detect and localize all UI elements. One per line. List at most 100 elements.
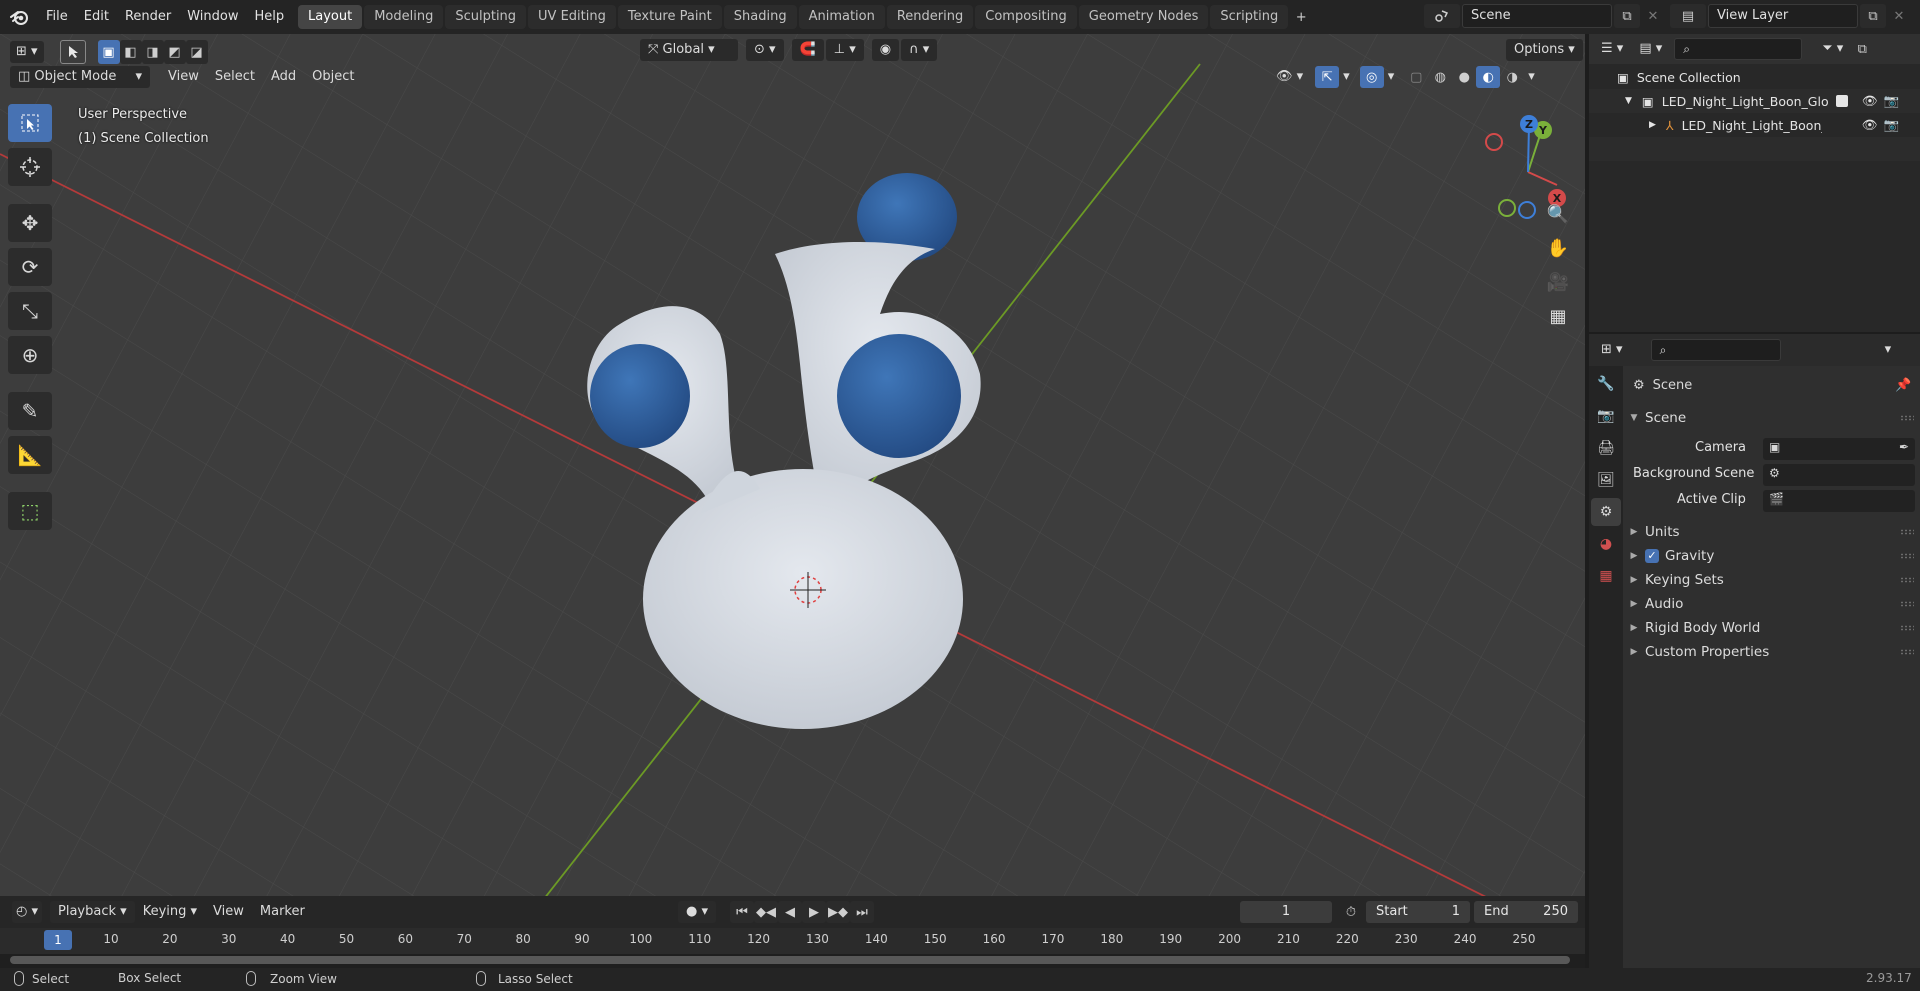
wireframe-shading-icon[interactable]: ◍ — [1428, 66, 1452, 88]
select-intersect-icon[interactable]: ◪ — [185, 40, 208, 64]
start-frame-field[interactable]: Start 1 — [1366, 901, 1470, 923]
frame-ruler[interactable]: 1 10 20 30 40 50 60 70 80 90 100 110 120 130 140 150 16… — [0, 928, 1585, 954]
object-visibility-eye-icon[interactable]: 👁 — [1862, 117, 1878, 133]
gravity-checkbox[interactable]: ✓ — [1645, 549, 1659, 563]
section-audio[interactable]: ▶ Audio — [1623, 592, 1920, 616]
rendered-shading-icon[interactable]: ◑ — [1500, 66, 1524, 88]
select-extend-icon[interactable]: ◧ — [119, 40, 142, 64]
view-layer-tab-icon[interactable]: 🖼 — [1591, 466, 1621, 494]
pin-icon[interactable]: 📌 — [1895, 378, 1911, 393]
outliner-row-object[interactable]: ▶ ⅄ LED_Night_Light_Boon_G 👁 📷 — [1589, 113, 1920, 137]
cursor-tool[interactable] — [8, 148, 52, 186]
drag-grip-icon[interactable] — [1900, 625, 1914, 631]
world-tab-icon[interactable]: ◕ — [1591, 530, 1621, 558]
menu-help[interactable]: Help — [247, 0, 293, 34]
menu-edit[interactable]: Edit — [76, 0, 117, 34]
output-tab-icon[interactable]: 🖨 — [1591, 434, 1621, 462]
drag-grip-icon[interactable] — [1900, 601, 1914, 607]
camera-view-icon[interactable]: 🎥 — [1543, 267, 1573, 297]
jump-start-icon[interactable]: ⏮ — [730, 901, 755, 923]
xray-toggle-icon[interactable]: ▢ — [1404, 66, 1428, 88]
eyedropper-icon[interactable]: ✒ — [1899, 440, 1909, 454]
viewport-menu-view[interactable]: View — [160, 66, 207, 88]
view-layer-field[interactable]: View Layer — [1708, 4, 1858, 28]
zoom-icon[interactable]: 🔍 — [1543, 199, 1573, 229]
collection-visibility-eye-icon[interactable]: 👁 — [1862, 93, 1878, 109]
rotate-tool[interactable]: ⟳ — [8, 248, 52, 286]
drag-grip-icon[interactable] — [1900, 577, 1914, 583]
outliner-filter-button[interactable]: ⏷ ▾ — [1814, 38, 1851, 60]
move-tool[interactable]: ✥ — [8, 204, 52, 242]
scene-tab-icon[interactable]: ⚙ — [1591, 498, 1621, 526]
menu-window[interactable]: Window — [179, 0, 246, 34]
timeline-scrollbar[interactable] — [10, 956, 1570, 964]
section-custom-properties[interactable]: ▶ Custom Properties — [1623, 640, 1920, 664]
menu-render[interactable]: Render — [117, 0, 179, 34]
tab-scripting[interactable]: Scripting — [1210, 5, 1289, 29]
scale-tool[interactable]: ⤡ — [8, 292, 52, 330]
scene-name-field[interactable]: Scene — [1462, 4, 1612, 28]
outliner-search-input[interactable]: ⌕ — [1674, 38, 1803, 60]
jump-prev-keyframe-icon[interactable]: ◆◀ — [754, 901, 779, 923]
viewport-menu-select[interactable]: Select — [207, 66, 263, 88]
gizmo-dropdown[interactable]: ▾ — [1339, 66, 1354, 88]
blender-logo-icon[interactable] — [0, 0, 38, 34]
tab-geometry-nodes[interactable]: Geometry Nodes — [1078, 5, 1209, 29]
timeline-menu-keying[interactable]: Keying ▾ — [135, 901, 205, 923]
add-cube-tool[interactable]: ⬚ — [8, 492, 52, 530]
end-frame-field[interactable]: End 250 — [1474, 901, 1578, 923]
properties-editor-type-button[interactable]: ⊞ ▾ — [1593, 339, 1631, 361]
render-tab-icon[interactable]: 📷 — [1591, 402, 1621, 430]
outliner-row-scene-collection[interactable]: ▣ Scene Collection — [1589, 65, 1920, 89]
collapse-arrow-icon[interactable]: ▼ — [1625, 96, 1632, 106]
background-scene-field[interactable]: ⚙ — [1763, 464, 1915, 486]
scene-selector-icon[interactable] — [1424, 4, 1460, 28]
measure-tool[interactable]: 📐 — [8, 436, 52, 474]
collection-camera-icon[interactable]: 📷 — [1884, 93, 1900, 109]
overlays-toggle-icon[interactable]: ◎ — [1359, 66, 1384, 88]
section-rigid-body-world[interactable]: ▶ Rigid Body World — [1623, 616, 1920, 640]
timeline-editor-type-button[interactable]: ◴ ▾ — [12, 901, 43, 923]
select-box-tool[interactable] — [8, 104, 52, 142]
outliner-row-collection[interactable]: ▼ ▣ LED_Night_Light_Boon_Glo_w 👁 📷 — [1589, 89, 1920, 113]
tab-texture-paint[interactable]: Texture Paint — [617, 5, 722, 29]
drag-grip-icon[interactable] — [1900, 529, 1914, 535]
tab-sculpting[interactable]: Sculpting — [445, 5, 527, 29]
new-scene-icon[interactable]: ⧉ — [1614, 4, 1640, 28]
expand-arrow-icon[interactable]: ▶ — [1649, 120, 1656, 130]
auto-keying-toggle[interactable]: ● ▾ — [678, 901, 717, 923]
tab-layout[interactable]: Layout — [298, 5, 363, 29]
select-new-icon[interactable]: ▣ — [97, 40, 120, 64]
annotate-tool[interactable]: ✎ — [8, 392, 52, 430]
tab-uv-editing[interactable]: UV Editing — [528, 5, 616, 29]
tab-rendering[interactable]: Rendering — [886, 5, 974, 29]
play-reverse-icon[interactable]: ◀ — [778, 901, 803, 923]
current-frame-field[interactable]: 1 — [1240, 901, 1332, 923]
new-collection-icon[interactable]: ⧉ — [1851, 37, 1873, 61]
camera-field[interactable]: ▣ ✒ — [1763, 438, 1915, 460]
solid-shading-icon[interactable]: ● — [1452, 66, 1476, 88]
current-frame-indicator[interactable]: 1 — [44, 930, 72, 950]
viewport-menu-add[interactable]: Add — [263, 66, 304, 88]
preview-range-icon[interactable]: ⏱ — [1340, 901, 1362, 923]
object-mode-dropdown[interactable]: ◫ Object Mode ▾ — [10, 66, 150, 88]
timeline-menu-marker[interactable]: Marker — [252, 901, 313, 923]
tab-compositing[interactable]: Compositing — [975, 5, 1077, 29]
options-dropdown[interactable]: Options ▾ — [1506, 39, 1583, 61]
proportional-falloff-dropdown[interactable]: ∩ ▾ — [901, 39, 938, 61]
pivot-point-dropdown[interactable]: ⊙ ▾ — [746, 39, 784, 61]
drag-grip-icon[interactable] — [1900, 553, 1914, 559]
drag-grip-icon[interactable] — [1900, 649, 1914, 655]
editor-type-button[interactable]: ⊞ ▾ — [10, 41, 44, 63]
new-view-layer-icon[interactable]: ⧉ — [1860, 4, 1886, 28]
section-gravity[interactable]: ▶ ✓ Gravity — [1623, 544, 1920, 568]
play-icon[interactable]: ▶ — [802, 901, 827, 923]
select-invert-icon[interactable]: ◩ — [163, 40, 186, 64]
section-units[interactable]: ▶ Units — [1623, 520, 1920, 544]
menu-file[interactable]: File — [38, 0, 76, 34]
grid-perspective-icon[interactable]: ▦ — [1543, 301, 1573, 331]
overlays-dropdown[interactable]: ▾ — [1384, 66, 1399, 88]
active-clip-field[interactable]: 🎬 — [1763, 490, 1915, 512]
object-camera-icon[interactable]: 📷 — [1883, 117, 1899, 133]
pan-hand-icon[interactable]: ✋ — [1543, 233, 1573, 263]
